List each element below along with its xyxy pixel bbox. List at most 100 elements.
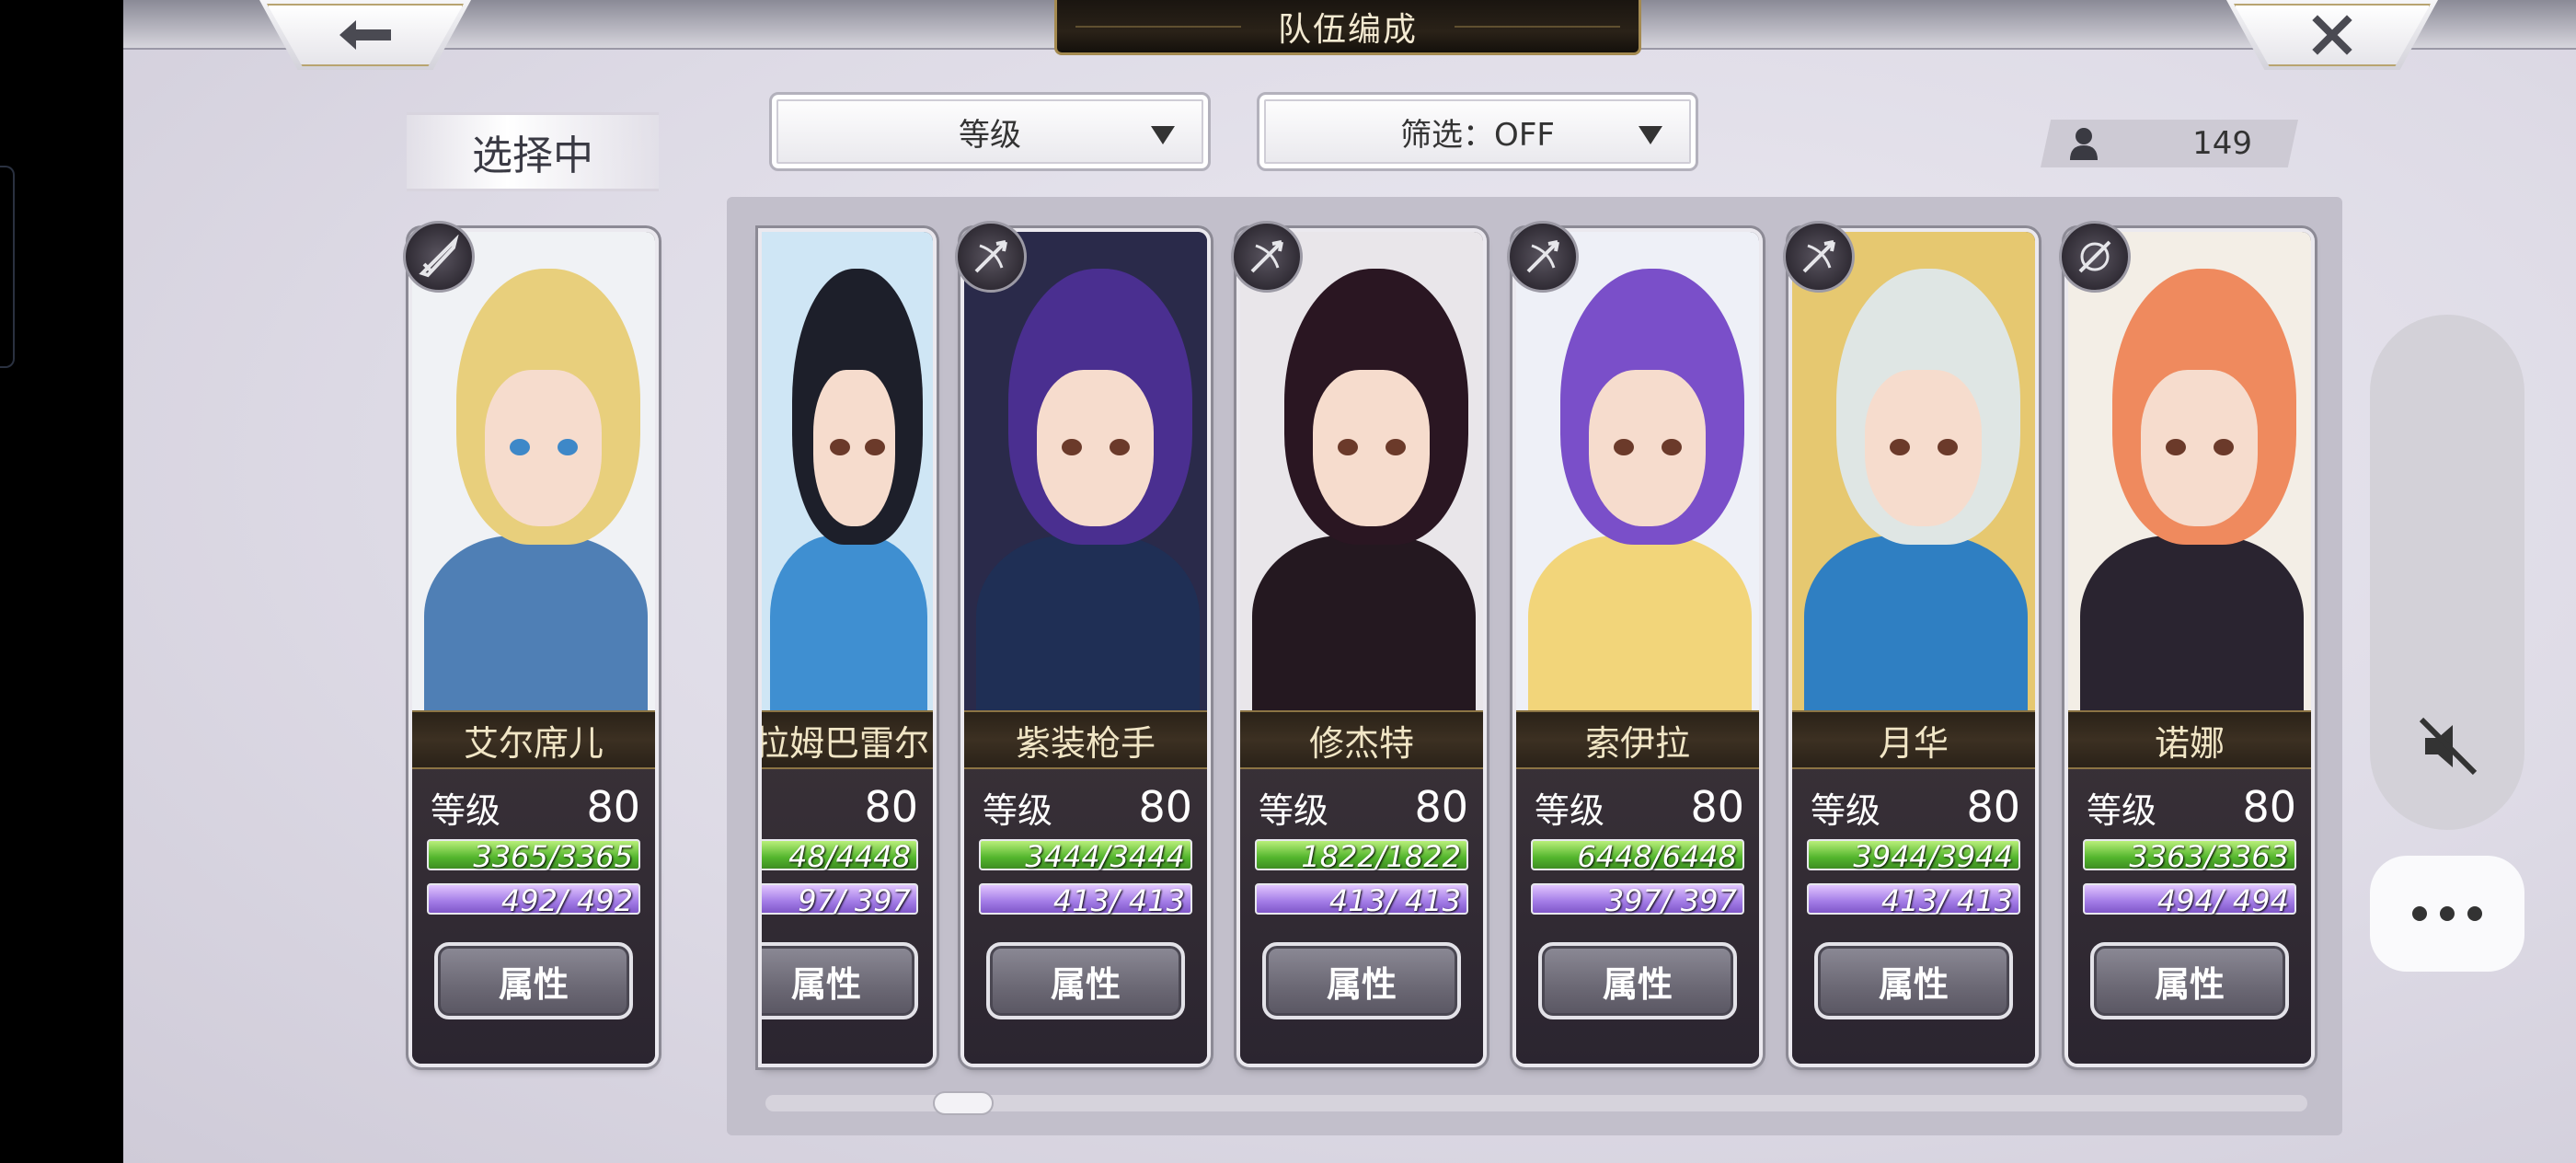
level-row: 等级 80 bbox=[1811, 782, 2020, 832]
back-arrow-icon bbox=[339, 20, 391, 50]
character-card[interactable]: 月华等级 80 3944/3944 413/ 413 属性 bbox=[1792, 232, 2035, 1064]
bow-icon bbox=[955, 221, 1027, 293]
mp-bar: 413/ 413 bbox=[1255, 883, 1468, 916]
level-value: 80 bbox=[2242, 782, 2296, 832]
more-button[interactable] bbox=[2370, 856, 2524, 972]
hp-bar: 3444/3444 bbox=[979, 839, 1192, 872]
character-name: 紫装枪手 bbox=[964, 710, 1207, 769]
unit-count-value: 149 bbox=[2192, 125, 2252, 162]
level-row: 等级 80 bbox=[2087, 782, 2296, 832]
crossbow-icon bbox=[2059, 221, 2131, 293]
level-label: 等级 bbox=[431, 789, 501, 831]
level-row: 级80 bbox=[762, 782, 918, 832]
sort-dropdown[interactable]: 等级 bbox=[769, 92, 1211, 171]
horizontal-scrollbar[interactable] bbox=[765, 1095, 2307, 1111]
attribute-button[interactable]: 属性 bbox=[986, 942, 1185, 1019]
character-name: 索伊拉 bbox=[1516, 710, 1759, 769]
portrait-body bbox=[1804, 535, 2029, 710]
portrait-face bbox=[1589, 370, 1706, 526]
attribute-button[interactable]: 属性 bbox=[762, 942, 918, 1019]
level-row: 等级 80 bbox=[1535, 782, 1744, 832]
portrait-eye bbox=[1889, 439, 1910, 455]
character-name: 艾尔席儿 bbox=[412, 710, 655, 769]
portrait-eye bbox=[1337, 439, 1358, 455]
level-value: 80 bbox=[586, 782, 640, 832]
level-label: 等级 bbox=[1535, 789, 1605, 831]
portrait-body bbox=[1252, 535, 1477, 710]
filter-dropdown-value: 筛选：OFF bbox=[1400, 116, 1555, 154]
portrait-face bbox=[2141, 370, 2258, 526]
character-name: 修杰特 bbox=[1240, 710, 1483, 769]
portrait-body bbox=[770, 535, 928, 710]
filter-dropdown[interactable]: 筛选：OFF bbox=[1257, 92, 1698, 171]
title-ornament-right bbox=[1455, 26, 1620, 28]
hp-bar: 3944/3944 bbox=[1807, 839, 2020, 872]
attribute-button[interactable]: 属性 bbox=[1262, 942, 1461, 1019]
level-label: 等级 bbox=[1259, 789, 1329, 831]
level-value: 80 bbox=[1414, 782, 1468, 832]
level-row: 等级 80 bbox=[431, 782, 640, 832]
edge-tab bbox=[0, 166, 15, 368]
bow-icon bbox=[1507, 221, 1579, 293]
scrollbar-thumb[interactable] bbox=[933, 1091, 994, 1115]
character-card[interactable]: 拉姆巴雷尔级80 48/4448 97/ 397 属性 bbox=[762, 232, 933, 1064]
hp-bar: 3363/3363 bbox=[2083, 839, 2296, 872]
stat-area: 诺娜等级 80 3363/3363 494/ 494 属性 bbox=[2068, 710, 2311, 1064]
attribute-button[interactable]: 属性 bbox=[434, 942, 633, 1019]
selecting-label: 选择中 bbox=[407, 112, 659, 191]
mute-icon[interactable] bbox=[2416, 714, 2480, 778]
stat-area: 紫装枪手等级 80 3444/3444 413/ 413 属性 bbox=[964, 710, 1207, 1064]
level-row: 等级 80 bbox=[983, 782, 1192, 832]
portrait-eye bbox=[1061, 439, 1082, 455]
character-portrait bbox=[2068, 232, 2311, 710]
unit-count: 149 bbox=[2041, 120, 2298, 167]
stat-area: 月华等级 80 3944/3944 413/ 413 属性 bbox=[1792, 710, 2035, 1064]
bow-icon bbox=[1231, 221, 1303, 293]
chevron-down-icon bbox=[1639, 126, 1662, 144]
level-label: 等级 bbox=[1811, 789, 1881, 831]
hp-bar: 48/4448 bbox=[762, 839, 918, 872]
level-label: 等级 bbox=[983, 789, 1053, 831]
more-icon-dot bbox=[2440, 906, 2455, 921]
level-label: 等级 bbox=[2087, 789, 2157, 831]
mp-bar: 413/ 413 bbox=[979, 883, 1192, 916]
portrait-face bbox=[1865, 370, 1982, 526]
selected-character-card[interactable]: 换下 艾尔席儿 等级 80 3365/3365 492/ 492 属性 bbox=[412, 232, 655, 1064]
character-card[interactable]: 索伊拉 等级 80 6448/6448 397/ 397 属性 bbox=[1516, 232, 1759, 1064]
mp-bar: 413/ 413 bbox=[1807, 883, 2020, 916]
stat-area: 拉姆巴雷尔级80 48/4448 97/ 397 属性 bbox=[762, 710, 933, 1064]
character-card[interactable]: 诺娜等级 80 3363/3363 494/ 494 属性 bbox=[2068, 232, 2311, 1064]
portrait-face bbox=[1313, 370, 1430, 526]
mp-bar: 494/ 494 bbox=[2083, 883, 2296, 916]
character-card[interactable]: 修杰特等级 80 1822/1822 413/ 413 属性 bbox=[1240, 232, 1483, 1064]
level-value: 80 bbox=[1690, 782, 1744, 832]
mp-bar: 97/ 397 bbox=[762, 883, 918, 916]
character-card[interactable]: 紫装枪手等级 80 3444/3444 413/ 413 属性 bbox=[964, 232, 1207, 1064]
portrait-eye bbox=[864, 439, 885, 455]
level-value: 80 bbox=[1138, 782, 1192, 832]
attribute-button[interactable]: 属性 bbox=[1814, 942, 2013, 1019]
portrait-eye bbox=[2165, 439, 2186, 455]
character-portrait bbox=[1516, 232, 1759, 710]
character-portrait bbox=[762, 232, 933, 710]
character-name: 诺娜 bbox=[2068, 710, 2311, 769]
hp-bar: 1822/1822 bbox=[1255, 839, 1468, 872]
attribute-button[interactable]: 属性 bbox=[1538, 942, 1737, 1019]
portrait-face bbox=[1037, 370, 1154, 526]
attribute-button[interactable]: 属性 bbox=[2090, 942, 2289, 1019]
mp-bar: 492/ 492 bbox=[427, 883, 640, 916]
character-portrait bbox=[964, 232, 1207, 710]
left-black-bar bbox=[0, 0, 123, 1163]
sword-icon bbox=[403, 221, 475, 293]
portrait-body bbox=[424, 535, 649, 710]
more-icon-dot bbox=[2467, 906, 2482, 921]
portrait-face bbox=[485, 370, 602, 526]
level-value: 80 bbox=[1966, 782, 2020, 832]
portrait-body bbox=[2080, 535, 2305, 710]
character-name: 月华 bbox=[1792, 710, 2035, 769]
hp-bar: 3365/3365 bbox=[427, 839, 640, 872]
character-portrait bbox=[1792, 232, 2035, 710]
chevron-down-icon bbox=[1151, 126, 1175, 144]
portrait-body bbox=[1528, 535, 1753, 710]
level-value: 80 bbox=[864, 782, 918, 832]
